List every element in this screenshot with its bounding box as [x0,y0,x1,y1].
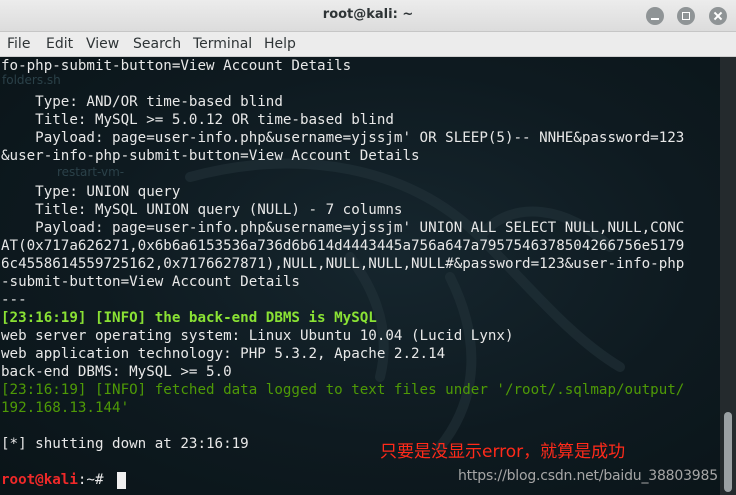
terminal-line: web application technology: PHP 5.3.2, A… [1,346,446,362]
terminal-line: --- [1,292,27,308]
maximize-button[interactable] [677,7,695,25]
scrollbar[interactable] [720,57,736,495]
terminal-line: Type: UNION query [1,184,181,200]
menu-help[interactable]: Help [264,36,296,52]
terminal-line: Title: MySQL >= 5.0.12 OR time-based bli… [1,112,394,128]
terminal-line: Payload: page=user-info.php&username=yjs… [1,130,685,146]
menu-view[interactable]: View [86,36,119,52]
terminal-line: [*] shutting down at 23:16:19 [1,436,249,452]
desktop-label-restart: restart-vm- [57,165,125,179]
shell-prompt: root@kali:~# [1,471,112,489]
watermark-text: https://blog.csdn.net/baidu_38803985 [458,468,718,484]
text-cursor[interactable] [117,472,126,489]
terminal-info-line: 192.168.13.144' [1,400,130,416]
terminal-line: Type: AND/OR time-based blind [1,94,283,110]
terminal-line: 6c4558614559725162,0x7176627871),NULL,NU… [1,256,685,272]
prompt-user: root@kali [1,472,78,488]
scrollbar-thumb[interactable] [724,412,732,492]
kali-dragon-icon [185,158,625,452]
terminal-line: AT(0x717a626271,0x6b6a6153536a736d6b614d… [1,238,685,254]
annotation-note: 只要是没显示error，就算是成功 [380,442,626,462]
menu-terminal[interactable]: Terminal [193,36,252,52]
terminal-line: fo-php-submit-button=View Account Detail… [1,58,352,74]
menu-file[interactable]: File [7,36,30,52]
terminal-line: &user-info-php-submit-button=View Accoun… [1,148,420,164]
desktop-label-folders: folders.sh [2,73,61,87]
close-button[interactable] [709,7,727,25]
terminal-line: Payload: page=user-info.php&username=yjs… [1,220,685,236]
title-bar[interactable]: root@kali: ~ [0,0,736,32]
menu-search[interactable]: Search [133,36,181,52]
terminal-line: web server operating system: Linux Ubunt… [1,328,514,344]
terminal-info-line: [23:16:19] [INFO] fetched data logged to… [1,382,685,398]
terminal-line: back-end DBMS: MySQL >= 5.0 [1,364,232,380]
terminal-line: Title: MySQL UNION query (NULL) - 7 colu… [1,202,403,218]
menu-bar: File Edit View Search Terminal Help [0,32,736,57]
window-title: root@kali: ~ [322,7,414,22]
terminal-line: -submit-button=View Account Details [1,274,300,290]
minimize-button[interactable] [646,7,664,25]
terminal-info-line: [23:16:19] [INFO] the back-end DBMS is M… [1,310,377,326]
terminal-window: root@kali: ~ File Edit View Search Termi… [0,0,736,495]
menu-edit[interactable]: Edit [46,36,73,52]
prompt-path: :~# [77,472,113,488]
